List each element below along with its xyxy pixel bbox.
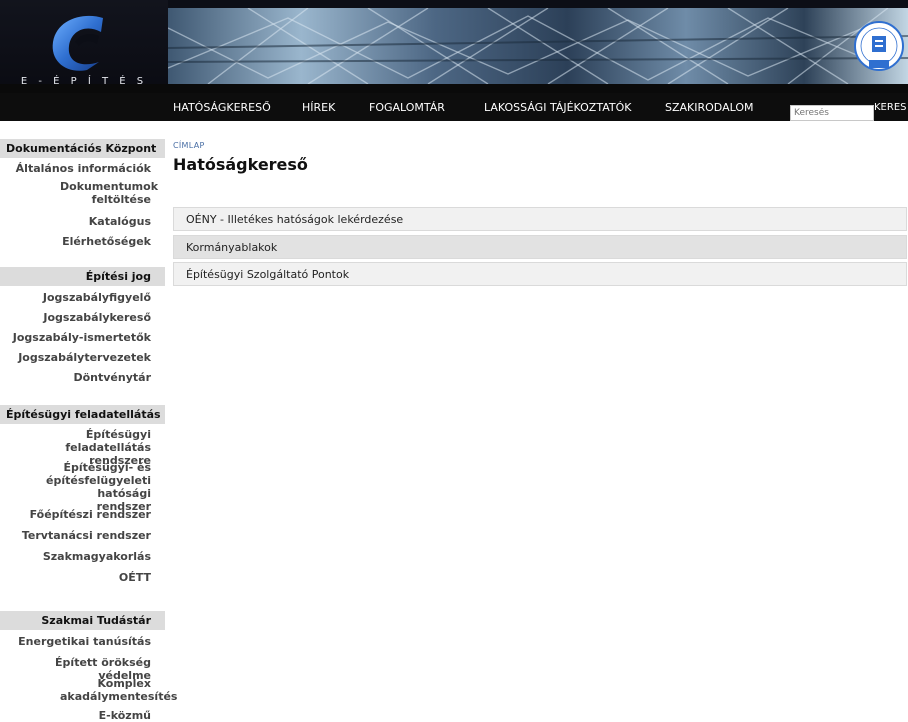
sidebar-item-jogszabaly-ismertetok[interactable]: Jogszabály-ismertetők — [0, 331, 165, 344]
nav-item-szakirodalom[interactable]: SZAKIRODALOM — [665, 93, 754, 121]
award-badge-icon — [854, 21, 904, 71]
search-button[interactable]: KERES — [874, 93, 907, 121]
sidebar-item-katalogus[interactable]: Katalógus — [0, 215, 165, 228]
sidebar-item-energetikai-tanusitas[interactable]: Energetikai tanúsítás — [0, 635, 165, 648]
header-strip — [0, 84, 908, 93]
nav-item-hirek[interactable]: HÍREK — [302, 93, 335, 121]
search-input[interactable] — [790, 105, 874, 121]
page-title: Hatóságkereső — [173, 155, 308, 174]
nav-item-fogalomtar[interactable]: FOGALOMTÁR — [369, 93, 445, 121]
e-epites-logo-icon — [52, 15, 103, 71]
sidebar-item-elerhetosegek[interactable]: Elérhetőségek — [0, 235, 165, 248]
sidebar-item-altalanos-informaciok[interactable]: Általános információk — [0, 162, 165, 175]
list-item-oeny-hatosagok[interactable]: OÉNY - Illetékes hatóságok lekérdezése — [173, 207, 907, 231]
breadcrumb-home[interactable]: CÍMLAP — [173, 141, 205, 150]
sidebar-item-jogszabalyfigyelo[interactable]: Jogszabályfigyelő — [0, 291, 165, 304]
sidebar-heading-epitesi-jog[interactable]: Építési jog — [0, 267, 165, 286]
sidebar-item-komplex-akadalymentesites[interactable]: Komplex akadálymentesítés — [0, 677, 177, 703]
banner-image — [168, 8, 908, 84]
sidebar-item-tervtanacsi-rendszer[interactable]: Tervtanácsi rendszer — [0, 529, 165, 542]
site-logo[interactable]: E - É P Í T É S — [0, 0, 168, 93]
sidebar-item-oett[interactable]: OÉTT — [0, 571, 165, 584]
sidebar-heading-dokumentacios-kozpont[interactable]: Dokumentációs Központ — [0, 139, 165, 158]
sidebar-item-dontvenytar[interactable]: Döntvénytár — [0, 371, 165, 384]
sidebar-item-jogszabalykereso[interactable]: Jogszabálykereső — [0, 311, 165, 324]
nav-item-lakossagi-tajekoztatok[interactable]: LAKOSSÁGI TÁJÉKOZTATÓK — [484, 93, 631, 121]
header-banner — [168, 8, 908, 84]
nav-item-hatosagkereso[interactable]: HATÓSÁGKERESŐ — [173, 93, 271, 121]
sidebar-item-foepiteszi-rendszer[interactable]: Főépítészi rendszer — [0, 508, 165, 521]
sidebar-heading-epitesugyi-feladatellatas[interactable]: Építésügyi feladatellátás — [0, 405, 165, 424]
list-item-szolgaltato-pontok[interactable]: Építésügyi Szolgáltató Pontok — [173, 262, 907, 286]
sidebar-item-hatosagi-rendszer[interactable]: Építésügyi- és építésfelügyeleti hatóság… — [0, 461, 165, 513]
site-header: E - É P Í T É S — [0, 0, 908, 93]
sidebar-heading-szakmai-tudastar[interactable]: Szakmai Tudástár — [0, 611, 165, 630]
sidebar-item-jogszabalytervezetek[interactable]: Jogszabálytervezetek — [0, 351, 165, 364]
sidebar-item-szakmagyakorlas[interactable]: Szakmagyakorlás — [0, 550, 165, 563]
list-item-kormanyablakok[interactable]: Kormányablakok — [173, 235, 907, 259]
sidebar-item-dokumentumok-feltoltese[interactable]: Dokumentumok feltöltése — [0, 180, 165, 206]
main-nav: HATÓSÁGKERESŐ HÍREK FOGALOMTÁR LAKOSSÁGI… — [0, 93, 908, 121]
